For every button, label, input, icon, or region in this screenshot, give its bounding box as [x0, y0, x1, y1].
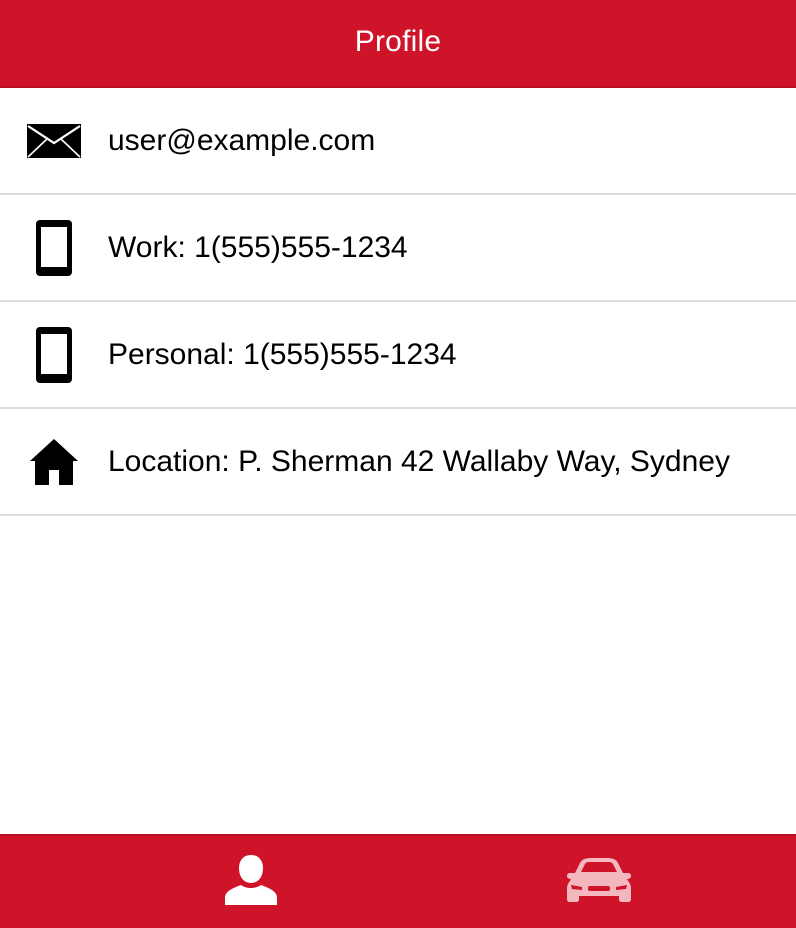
- app: Profile user@example.com Work: 1(555)555…: [0, 0, 796, 928]
- email-row[interactable]: user@example.com: [0, 88, 796, 195]
- car-icon: [566, 857, 632, 908]
- personal-phone-row[interactable]: Personal: 1(555)555-1234: [0, 302, 796, 409]
- tab-profile[interactable]: [0, 836, 398, 928]
- envelope-icon: [27, 111, 81, 171]
- tab-car[interactable]: [398, 836, 796, 928]
- profile-list: user@example.com Work: 1(555)555-1234 Pe…: [0, 88, 796, 516]
- person-icon: [225, 854, 277, 910]
- mobile-phone-icon: [27, 325, 81, 385]
- home-icon: [27, 432, 81, 492]
- navigation-bar: Profile: [0, 0, 796, 88]
- work-phone-row[interactable]: Work: 1(555)555-1234: [0, 195, 796, 302]
- personal-phone-text: Personal: 1(555)555-1234: [108, 337, 457, 371]
- location-row[interactable]: Location: P. Sherman 42 Wallaby Way, Syd…: [0, 409, 796, 516]
- work-phone-text: Work: 1(555)555-1234: [108, 230, 408, 264]
- location-text: Location: P. Sherman 42 Wallaby Way, Syd…: [108, 444, 730, 478]
- email-text: user@example.com: [108, 123, 376, 157]
- tab-bar: [0, 834, 796, 928]
- mobile-phone-icon: [27, 218, 81, 278]
- page-title: Profile: [354, 25, 442, 58]
